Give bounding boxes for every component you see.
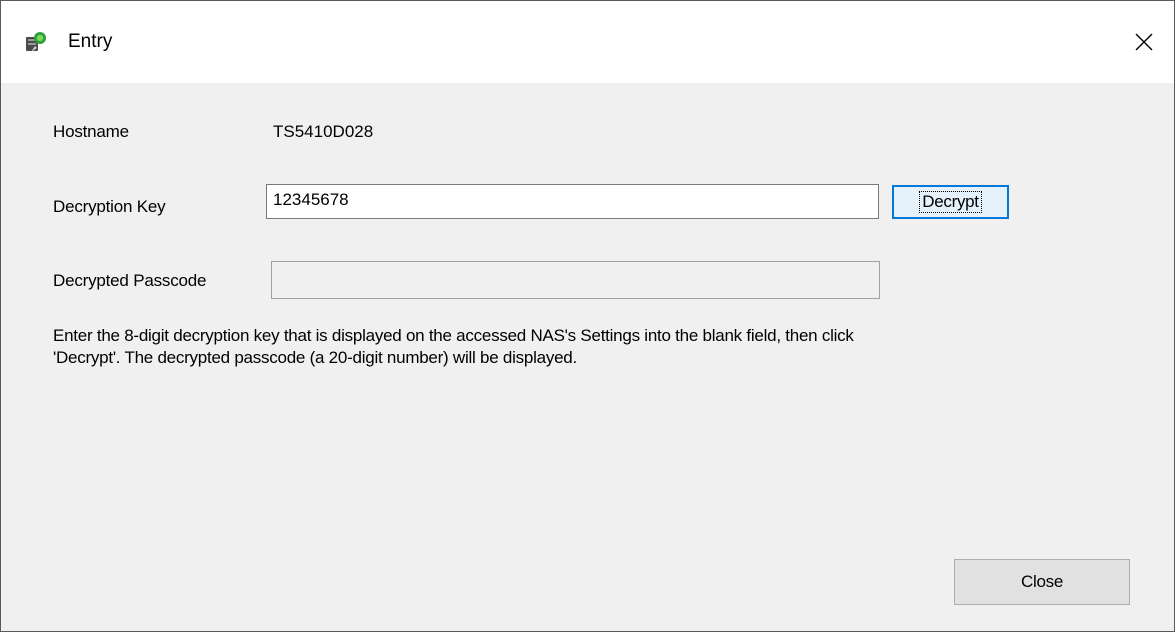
window-title: Entry bbox=[68, 31, 113, 52]
decryption-key-label: Decryption Key bbox=[53, 197, 166, 216]
decrypt-button[interactable]: Decrypt bbox=[892, 185, 1009, 219]
hostname-value: TS5410D028 bbox=[273, 122, 374, 141]
title-bar[interactable]: Entry bbox=[1, 1, 1174, 83]
instruction-text: Enter the 8-digit decryption key that is… bbox=[53, 325, 1133, 369]
close-button[interactable]: Close bbox=[954, 559, 1130, 605]
close-button-label: Close bbox=[1021, 572, 1063, 591]
instruction-line-2: 'Decrypt'. The decrypted passcode (a 20-… bbox=[53, 348, 577, 367]
close-icon[interactable] bbox=[1127, 25, 1161, 59]
decryption-key-input[interactable]: 12345678 bbox=[266, 184, 879, 219]
instruction-line-1: Enter the 8-digit decryption key that is… bbox=[53, 326, 854, 345]
decrypted-passcode-field[interactable] bbox=[271, 261, 880, 299]
entry-dialog: Entry Hostname TS5410D028 Decryption Key… bbox=[0, 0, 1175, 632]
decrypted-passcode-label: Decrypted Passcode bbox=[53, 271, 207, 290]
hostname-label: Hostname bbox=[53, 122, 129, 141]
nas-app-icon bbox=[25, 31, 47, 53]
decrypt-button-label: Decrypt bbox=[919, 191, 982, 213]
